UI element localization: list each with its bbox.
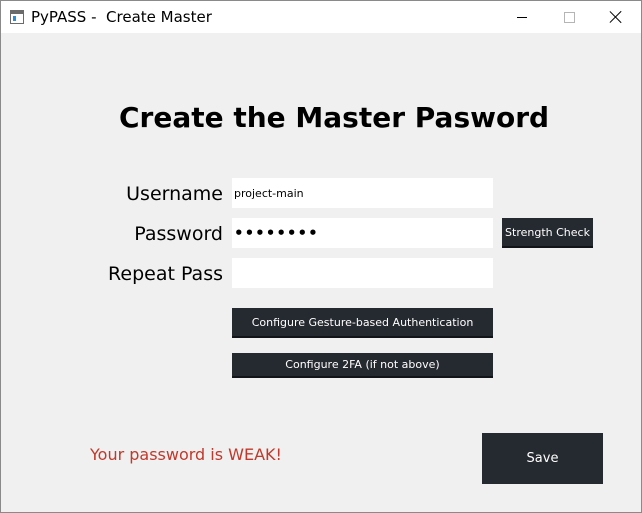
password-field[interactable]: •••••••• xyxy=(232,218,493,248)
close-icon xyxy=(610,11,622,23)
save-button[interactable]: Save xyxy=(482,433,603,484)
app-window: PyPASS - Create Master Create the Master… xyxy=(0,0,642,513)
repeat-password-label: Repeat Pass xyxy=(108,263,223,285)
app-window-icon xyxy=(10,10,24,24)
repeat-password-field[interactable] xyxy=(232,258,493,288)
strength-check-button[interactable]: Strength Check xyxy=(502,218,593,248)
username-field[interactable]: project-main xyxy=(232,178,493,208)
minimize-icon xyxy=(517,16,527,18)
password-strength-status: Your password is WEAK! xyxy=(90,445,282,464)
title-bar[interactable]: PyPASS - Create Master xyxy=(1,1,641,33)
window-title: PyPASS - Create Master xyxy=(31,8,212,26)
configure-2fa-button[interactable]: Configure 2FA (if not above) xyxy=(232,353,493,378)
close-button[interactable] xyxy=(593,1,639,33)
minimize-button[interactable] xyxy=(499,1,545,33)
maximize-button xyxy=(546,1,592,33)
page-title: Create the Master Pasword xyxy=(119,101,550,134)
maximize-icon xyxy=(563,11,575,23)
username-label: Username xyxy=(126,183,223,205)
password-label: Password xyxy=(134,223,223,245)
configure-gesture-auth-button[interactable]: Configure Gesture-based Authentication xyxy=(232,308,493,338)
